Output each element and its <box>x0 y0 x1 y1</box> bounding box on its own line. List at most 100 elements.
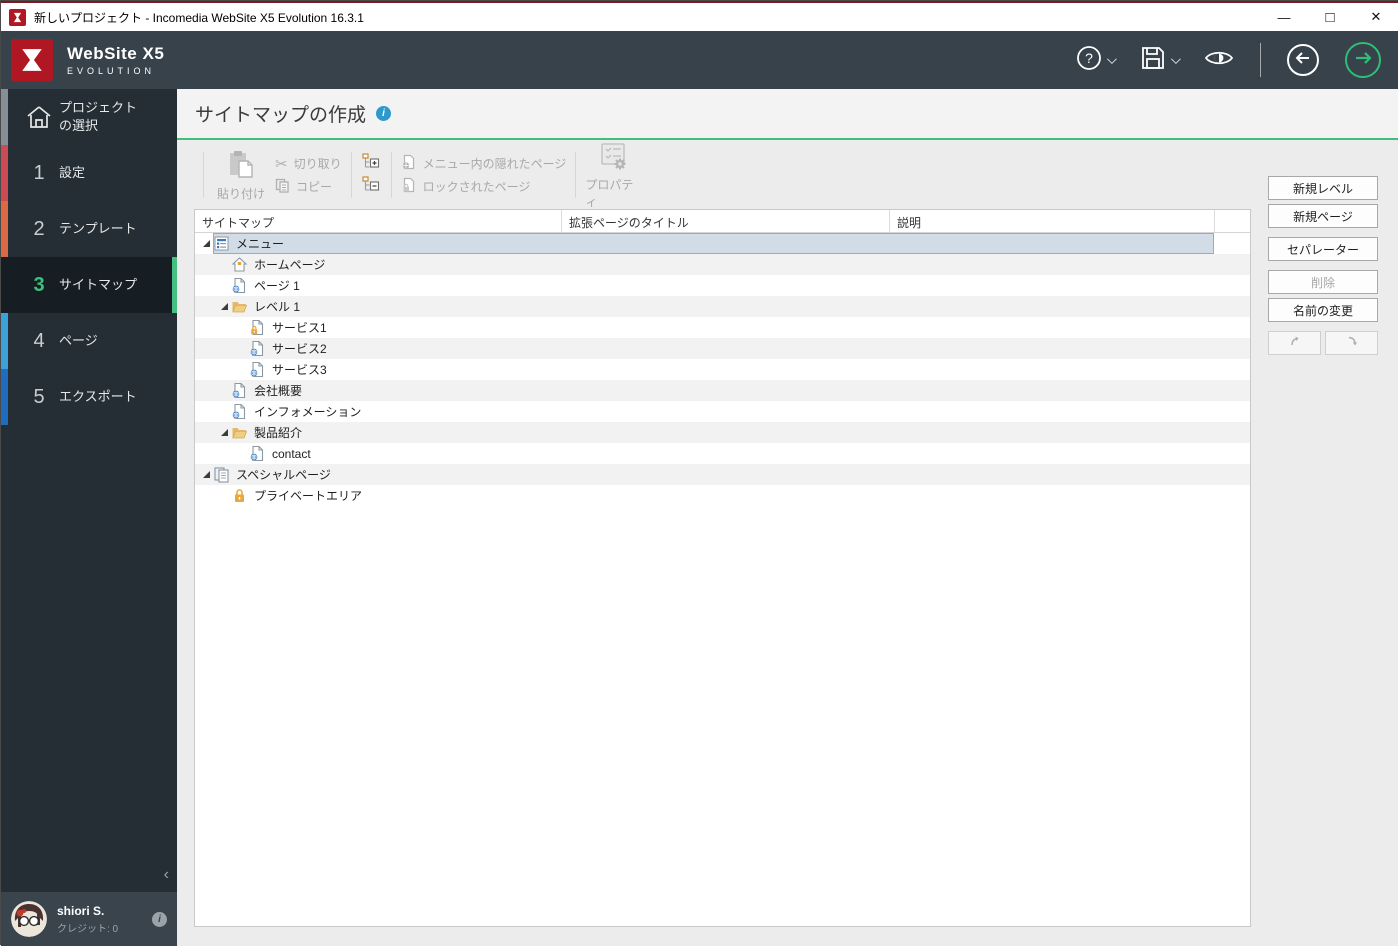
tree-collapse-icon <box>361 175 381 198</box>
tree-row-page1[interactable]: ページ 1 <box>195 275 1250 296</box>
hidden-pages-button[interactable]: メニュー内の隠れたページ <box>401 154 566 173</box>
save-menu[interactable] <box>1140 45 1181 76</box>
locked-pages-button[interactable]: ロックされたページ <box>401 177 567 196</box>
separator-button[interactable]: セパレーター <box>1268 237 1378 261</box>
tree-row-company[interactable]: 会社概要 <box>195 380 1250 401</box>
column-header-extra[interactable] <box>1215 210 1250 232</box>
sidebar-item-settings[interactable]: 1 設定 <box>1 145 177 201</box>
user-credits: クレジット: 0 <box>57 923 119 935</box>
copy-icon <box>275 178 290 196</box>
page-lock-icon <box>249 319 266 336</box>
copy-button[interactable]: コピー <box>275 177 342 196</box>
tree-row-label: プライベートエリア <box>254 489 363 503</box>
tree-row-homepage[interactable]: ホームページ <box>195 254 1250 275</box>
home-icon <box>19 105 59 129</box>
properties-label: プロパティ <box>585 178 634 209</box>
sidebar-item-sitemap[interactable]: 3 サイトマップ <box>1 257 177 313</box>
tree-row-information[interactable]: インフォメーション <box>195 401 1250 422</box>
user-info-icon[interactable]: i <box>152 911 167 927</box>
tree-row-label: スペシャルページ <box>236 468 331 482</box>
sidebar-collapse-button[interactable]: ‹ <box>164 866 169 884</box>
rename-button[interactable]: 名前の変更 <box>1268 298 1378 322</box>
help-menu[interactable]: ? <box>1076 45 1117 76</box>
tree-row-menu[interactable]: メニュー <box>195 233 1250 254</box>
new-page-button[interactable]: 新規ページ <box>1268 204 1378 228</box>
page-globe-icon <box>231 382 248 399</box>
column-header-sitemap[interactable]: サイトマップ <box>195 210 562 232</box>
window-title: 新しいプロジェクト - Incomedia WebSite X5 Evoluti… <box>34 10 364 25</box>
cut-button[interactable]: ✂ 切り取り <box>275 154 342 173</box>
new-level-button[interactable]: 新規レベル <box>1268 176 1378 200</box>
sidebar-item-pages[interactable]: 4 ページ <box>1 313 177 369</box>
tree-row-label: contact <box>272 446 311 461</box>
user-area[interactable]: shiori S. クレジット: 0 i <box>1 892 177 946</box>
copy-label: コピー <box>296 180 333 194</box>
page-globe-icon <box>231 277 248 294</box>
sidebar-item-export[interactable]: 5 エクスポート <box>1 369 177 425</box>
toolbar: 貼り付け ✂ 切り取り コピー メニュー内の隠れたページ ロックされたページ プ… <box>194 143 641 209</box>
toolbar-separator <box>575 152 577 198</box>
sidebar-item-template[interactable]: 2 テンプレート <box>1 201 177 257</box>
page-globe-icon <box>249 361 266 378</box>
arrow-right-icon <box>1354 51 1372 70</box>
tree-row-label: サービス1 <box>272 321 327 335</box>
header-divider <box>1260 43 1261 77</box>
sidebar-item-label: サイトマップ <box>59 277 138 293</box>
chevron-down-icon <box>1106 53 1117 64</box>
collapse-all-button[interactable] <box>361 175 382 198</box>
back-button[interactable] <box>1287 44 1319 76</box>
step-strip <box>1 369 8 425</box>
tree-expand-icon <box>361 152 381 175</box>
sidebar-item-label: プロジェクト <box>59 100 138 116</box>
expander-icon[interactable] <box>220 429 228 436</box>
maximize-button[interactable]: □ <box>1307 3 1353 31</box>
tree-row-service3[interactable]: サービス3 <box>195 359 1250 380</box>
move-up-button[interactable] <box>1268 331 1321 355</box>
step-number: 1 <box>33 161 45 184</box>
step-strip <box>1 145 8 201</box>
brand-subtitle: EVOLUTION <box>67 66 156 76</box>
info-icon[interactable]: i <box>376 106 392 121</box>
next-button[interactable] <box>1345 42 1381 78</box>
eye-icon <box>1204 47 1234 74</box>
column-header-description[interactable]: 説明 <box>890 210 1215 232</box>
expander-icon[interactable] <box>202 471 210 478</box>
properties-icon <box>597 140 629 175</box>
sidebar-item-label: の選択 <box>59 118 99 133</box>
minimize-button[interactable]: — <box>1261 3 1307 31</box>
step-number: 5 <box>33 385 45 408</box>
help-icon: ? <box>1076 45 1102 76</box>
sidebar-item-label: 設定 <box>59 165 86 181</box>
preview-button[interactable] <box>1204 47 1234 74</box>
tree-row-special-pages[interactable]: スペシャルページ <box>195 464 1250 485</box>
cut-label: 切り取り <box>293 157 342 171</box>
paste-label: 貼り付け <box>216 186 265 201</box>
expander-icon[interactable] <box>220 303 228 310</box>
tree-row-level1[interactable]: レベル 1 <box>195 296 1250 317</box>
close-button[interactable]: ✕ <box>1353 3 1398 31</box>
websitex5-logo <box>11 39 53 81</box>
avatar <box>11 901 47 937</box>
properties-button[interactable]: プロパティ <box>585 140 641 210</box>
arrow-left-icon <box>1295 51 1311 70</box>
expander-icon[interactable] <box>202 240 210 247</box>
tree-row-service1[interactable]: サービス1 <box>195 317 1250 338</box>
tree-row-label: 会社概要 <box>254 384 303 398</box>
expand-all-button[interactable] <box>361 152 382 175</box>
action-panel: 新規レベル 新規ページ セパレーター 削除 名前の変更 <box>1268 176 1378 355</box>
tree-row-service2[interactable]: サービス2 <box>195 338 1250 359</box>
page-hidden-icon <box>401 154 417 173</box>
sidebar-item-project-selection[interactable]: プロジェクト の選択 <box>1 89 177 145</box>
move-down-button[interactable] <box>1325 331 1378 355</box>
tree-row-label: 製品紹介 <box>254 426 303 440</box>
tree-row-label: ホームページ <box>254 258 326 272</box>
tree-row-contact[interactable]: contact <box>195 443 1250 464</box>
tree-row-private-area[interactable]: プライベートエリア <box>195 485 1250 506</box>
page-globe-icon <box>231 403 248 420</box>
column-header-extended-title[interactable]: 拡張ページのタイトル <box>562 210 890 232</box>
curved-arrow-up-icon <box>1288 334 1302 353</box>
delete-button[interactable]: 削除 <box>1268 270 1378 294</box>
paste-button[interactable]: 貼り付け <box>213 149 269 202</box>
tree-row-products[interactable]: 製品紹介 <box>195 422 1250 443</box>
sitemap-table: サイトマップ 拡張ページのタイトル 説明 メニュー ホームページ ページ 1 レ… <box>194 209 1251 927</box>
